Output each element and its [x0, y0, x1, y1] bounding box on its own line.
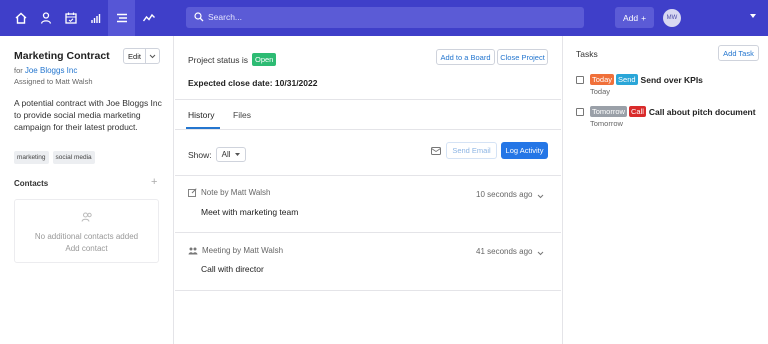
description: A potential contract with Joe Bloggs Inc…: [14, 98, 162, 132]
divider: [175, 290, 561, 291]
mail-icon[interactable]: [431, 147, 441, 157]
no-contacts-text: No additional contacts added: [34, 232, 139, 241]
task-checkbox[interactable]: [576, 76, 584, 84]
caret-down-icon: [234, 153, 240, 156]
task-due: Tomorrow: [590, 119, 623, 128]
chip-today: Today: [590, 74, 615, 85]
tab-history[interactable]: History: [188, 110, 214, 120]
status-badge: Open: [252, 53, 277, 66]
tag-social-media[interactable]: social media: [52, 151, 95, 164]
activity-time: 41 seconds ago: [476, 247, 533, 256]
activity-type: Meeting by Matt Walsh: [202, 246, 284, 255]
chevron-down-icon[interactable]: [537, 248, 544, 258]
task-due: Today: [590, 87, 611, 96]
activity-item: Note by Matt Walsh 10 seconds ago Meet w…: [175, 176, 561, 232]
for-prefix: for: [14, 66, 23, 75]
activity-time: 10 seconds ago: [476, 190, 533, 199]
contacts-empty-state: No additional contacts added Add contact: [14, 199, 159, 263]
activity-header: Note by Matt Walsh: [188, 188, 271, 197]
show-value: All: [221, 150, 231, 159]
add-task-button[interactable]: Add Task: [718, 45, 759, 61]
chip-call: Call: [628, 106, 646, 117]
note-edit-icon: [188, 188, 197, 197]
activity-type: Note by Matt Walsh: [201, 188, 271, 197]
page-title: Marketing Contract: [14, 50, 110, 62]
activity-text: Meet with marketing team: [201, 207, 299, 217]
status-label: Project status is: [188, 54, 248, 65]
task-line: Today Send Send over KPIs: [590, 74, 703, 85]
bar-chart-icon[interactable]: [86, 8, 106, 28]
chip-send: Send: [616, 74, 638, 85]
task-item: Today Send Send over KPIs Today: [576, 74, 766, 100]
add-to-board-button[interactable]: Add to a Board: [436, 49, 495, 65]
calendar-icon[interactable]: [61, 8, 81, 28]
show-filter: Show: All: [188, 147, 246, 162]
meeting-people-icon: [188, 247, 198, 254]
person-icon[interactable]: [36, 8, 56, 28]
close-project-button[interactable]: Close Project: [497, 49, 548, 65]
list-icon[interactable]: [108, 0, 135, 36]
home-icon[interactable]: [11, 8, 31, 28]
company-link[interactable]: Joe Bloggs Inc: [25, 66, 77, 75]
send-email-button[interactable]: Send Email: [446, 142, 497, 159]
tasks-panel: Tasks Add Task Today Send Send over KPIs…: [562, 36, 768, 344]
task-name[interactable]: Send over KPIs: [641, 75, 703, 85]
project-status: Project status is Open: [188, 53, 277, 66]
contacts-heading: Contacts: [14, 179, 49, 188]
chevron-down-icon[interactable]: [537, 191, 544, 201]
add-button[interactable]: Add +: [615, 7, 654, 28]
search-input[interactable]: Search...: [186, 7, 584, 28]
tab-files[interactable]: Files: [233, 110, 251, 120]
tag-marketing[interactable]: marketing: [14, 151, 49, 164]
divider: [175, 99, 561, 100]
edit-dropdown-button[interactable]: [146, 49, 159, 63]
expected-close-date: Expected close date: 10/31/2022: [188, 78, 318, 88]
assigned-to: Assigned to Matt Walsh: [14, 77, 93, 86]
add-label: Add: [622, 12, 639, 23]
chevron-down-icon[interactable]: [750, 14, 756, 18]
people-icon: [81, 212, 93, 224]
show-label: Show:: [188, 149, 212, 160]
activity-item: Meeting by Matt Walsh 41 seconds ago Cal…: [175, 233, 561, 290]
show-select[interactable]: All: [215, 147, 246, 162]
divider: [175, 129, 561, 130]
activity-icon[interactable]: [139, 8, 159, 28]
avatar[interactable]: MW: [663, 9, 681, 27]
activity-text: Call with director: [201, 264, 264, 274]
search-icon: [194, 12, 204, 24]
task-line: Tomorrow Call Call about pitch document: [590, 106, 756, 117]
edit-button[interactable]: Edit: [124, 49, 146, 63]
main-panel: Project status is Open Add to a Board Cl…: [175, 36, 561, 344]
chip-tomorrow: Tomorrow: [590, 106, 627, 117]
top-navbar: Search... Add + MW: [0, 0, 768, 36]
record-sidebar: Marketing Contract Edit for Joe Bloggs I…: [0, 36, 174, 344]
task-name[interactable]: Call about pitch document: [649, 107, 756, 117]
tasks-heading: Tasks: [576, 49, 598, 59]
search-placeholder: Search...: [208, 12, 243, 22]
log-activity-button[interactable]: Log Activity: [501, 142, 548, 159]
edit-button-group: Edit: [123, 48, 160, 64]
for-line: for Joe Bloggs Inc: [14, 66, 77, 75]
chevron-down-icon: [149, 54, 156, 58]
activity-header: Meeting by Matt Walsh: [188, 246, 283, 255]
add-contact-plus-icon[interactable]: +: [151, 176, 157, 188]
tag-list: marketing social media: [14, 151, 95, 164]
task-item: Tomorrow Call Call about pitch document …: [576, 106, 766, 132]
plus-icon: +: [641, 12, 647, 23]
task-checkbox[interactable]: [576, 108, 584, 116]
add-contact-link[interactable]: Add contact: [15, 244, 158, 253]
